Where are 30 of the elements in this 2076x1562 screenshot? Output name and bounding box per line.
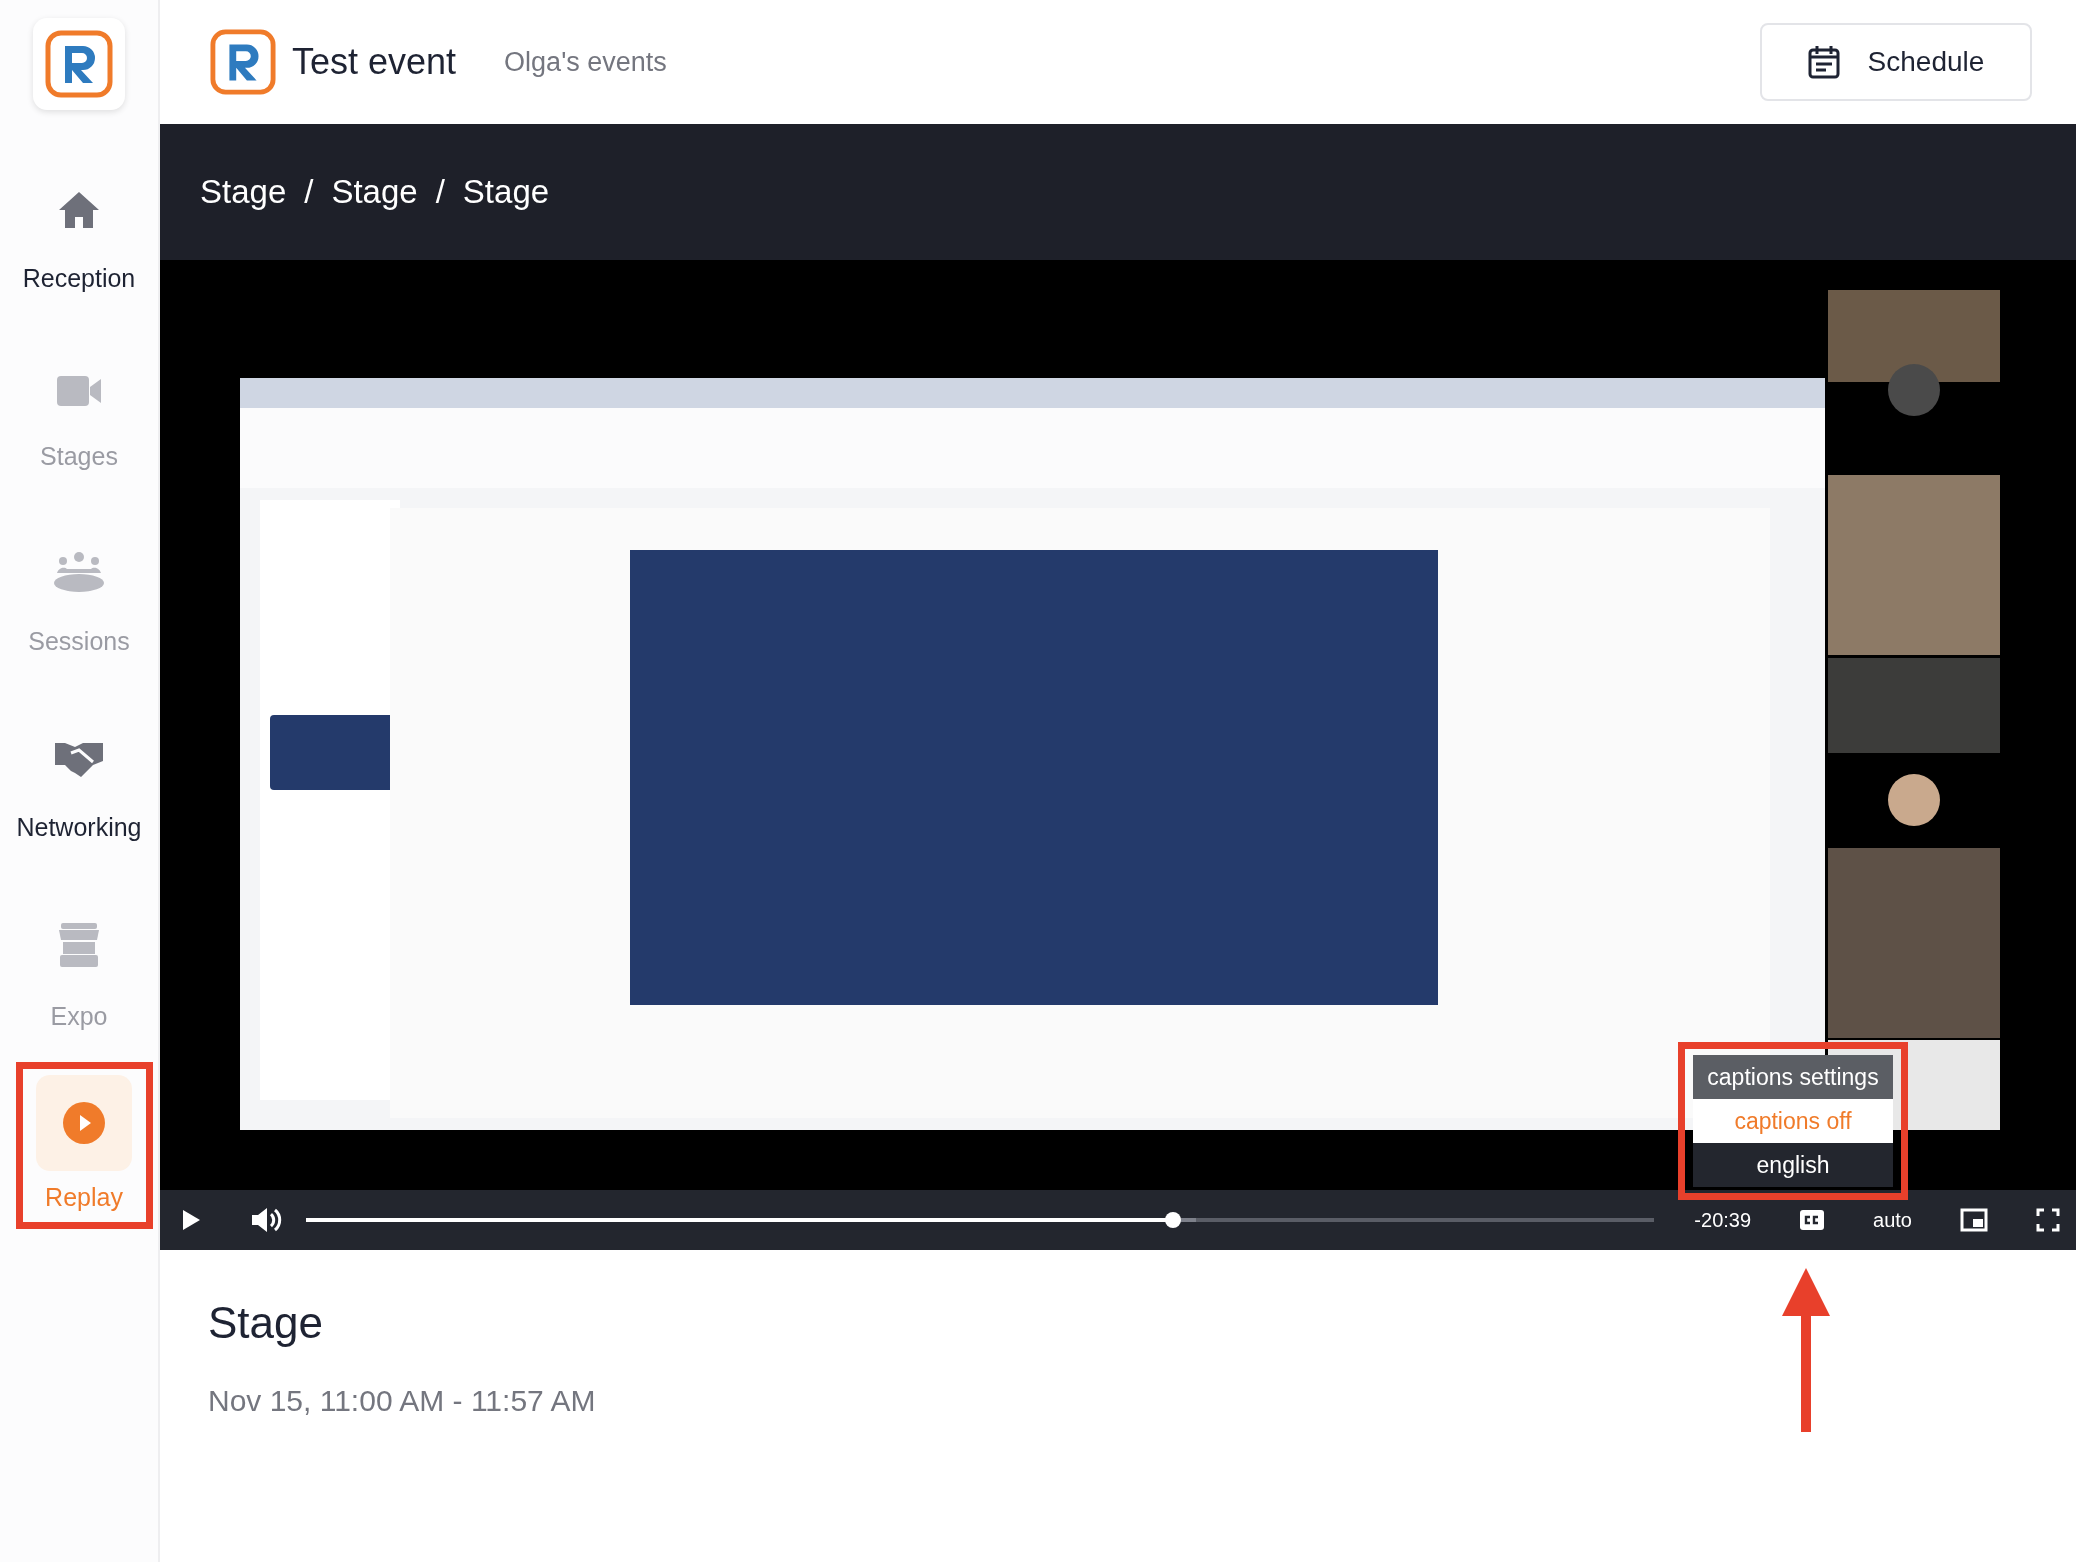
session-time: Nov 15, 11:00 AM - 11:57 AM xyxy=(208,1383,597,1419)
breadcrumb-link[interactable]: Stage xyxy=(331,167,418,217)
captions-menu-title: captions settings xyxy=(1693,1055,1893,1099)
logo-icon xyxy=(210,29,276,95)
breadcrumb-link[interactable]: Stage xyxy=(200,167,287,217)
quality-button[interactable]: auto xyxy=(1873,1205,1912,1235)
event-title: Test event xyxy=(292,40,457,84)
sidebar-item[interactable]: Reception xyxy=(0,190,158,298)
sidebar-item[interactable]: Networking xyxy=(0,736,158,846)
seek-handle[interactable] xyxy=(1165,1212,1181,1228)
breadcrumb-separator: / xyxy=(435,172,445,213)
calendar-icon xyxy=(1807,45,1840,79)
booth-icon xyxy=(57,922,101,968)
schedule-button[interactable]: Schedule xyxy=(1760,23,2032,101)
play-icon xyxy=(62,1100,106,1145)
breadcrumb-link[interactable]: Stage xyxy=(462,167,550,217)
video-camera-icon xyxy=(56,373,102,408)
picture-in-picture-button[interactable] xyxy=(1960,1208,1988,1232)
breadcrumb-separator: / xyxy=(304,172,314,213)
people-icon xyxy=(53,551,105,593)
organizer-name: Olga's events xyxy=(504,45,667,79)
logo-icon xyxy=(45,30,113,98)
captions-button[interactable] xyxy=(1799,1209,1826,1231)
fullscreen-button[interactable] xyxy=(2036,1208,2060,1232)
home-icon xyxy=(57,190,101,230)
session-title: Stage xyxy=(208,1297,324,1349)
play-button[interactable] xyxy=(180,1208,202,1232)
time-remaining: -20:39 xyxy=(1694,1208,1752,1233)
arrow-icon xyxy=(1780,1268,1832,1432)
volume-button[interactable] xyxy=(250,1206,282,1234)
